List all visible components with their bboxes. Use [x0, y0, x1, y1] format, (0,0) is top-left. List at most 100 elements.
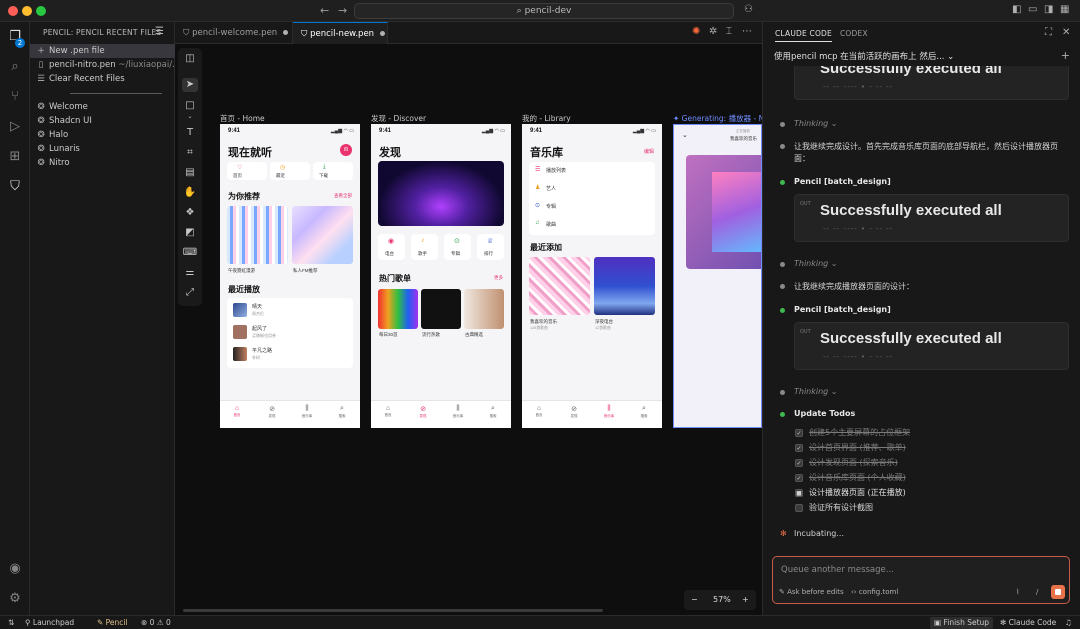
- template-lunaris[interactable]: ❂ Lunaris: [30, 142, 175, 156]
- tab-claude-code[interactable]: CLAUDE CODE: [775, 29, 832, 42]
- playlist-cover[interactable]: [464, 289, 504, 329]
- category-card[interactable]: ♪ 歌手: [411, 234, 438, 260]
- sticky-note-icon[interactable]: ▤: [182, 166, 198, 180]
- message-input[interactable]: [781, 564, 1061, 576]
- tabbar-search[interactable]: ⌕ 搜索: [483, 405, 503, 419]
- split-editor-icon[interactable]: ⌶: [726, 26, 732, 37]
- slash-command-button[interactable]: /: [1036, 588, 1038, 596]
- forward-arrow-icon[interactable]: →: [338, 4, 347, 17]
- minimize-window-button[interactable]: [22, 6, 32, 16]
- component-icon[interactable]: ❖: [182, 206, 198, 220]
- remote-icon[interactable]: ⇅: [8, 617, 14, 629]
- tabbar-discover[interactable]: ⊘ 发现: [564, 405, 584, 419]
- album-cover[interactable]: [227, 206, 288, 264]
- tab-codex[interactable]: CODEX: [840, 29, 868, 38]
- tabbar-library[interactable]: ⫼ 音乐库: [448, 405, 468, 419]
- list-filter-icon[interactable]: ☰: [155, 26, 164, 37]
- claude-icon[interactable]: ✲: [709, 26, 717, 37]
- layout-icon[interactable]: ▦: [1060, 4, 1069, 15]
- notifications-bell-icon[interactable]: ♫: [1065, 617, 1072, 629]
- playlist-cover[interactable]: [421, 289, 461, 329]
- template-nitro[interactable]: ❂ Nitro: [30, 156, 175, 170]
- frame-label-player[interactable]: ✦ Generating: 播放器 - No: [673, 113, 762, 124]
- template-shadcn-ui[interactable]: ❂ Shadcn UI: [30, 114, 175, 128]
- frame-library[interactable]: 9:41 ▂▄▆ ◠ ▭ 音乐库 编辑 ☰ 播放列表 ♟ 艺人 ⊙ 专辑 ♫ 歌…: [522, 124, 662, 428]
- category-card[interactable]: ◉ 电台: [378, 234, 405, 260]
- new-pen-file-action[interactable]: + New .pen file: [30, 44, 175, 58]
- frame-label-discover[interactable]: 发现 - Discover: [371, 113, 426, 124]
- problems-item[interactable]: ⊗ 0 ⚠ 0: [141, 617, 171, 629]
- close-window-button[interactable]: [8, 6, 18, 16]
- tabbar-search[interactable]: ⌕ 搜索: [634, 405, 654, 419]
- thinking-toggle[interactable]: Thinking ⌄: [794, 387, 838, 396]
- keyboard-icon[interactable]: ⌨: [182, 246, 198, 260]
- tab-pencil-new[interactable]: ⛉ pencil-new.pen: [293, 22, 388, 44]
- config-file-chip[interactable]: ‹› config.toml: [851, 588, 898, 596]
- frame-label-library[interactable]: 我的 - Library: [522, 113, 571, 124]
- toggle-panel-icon[interactable]: ▭: [1028, 4, 1037, 15]
- toggle-sidebar-icon[interactable]: ◧: [1012, 4, 1021, 15]
- tab-pencil-welcome[interactable]: ⛉ pencil-welcome.pen: [175, 22, 293, 44]
- extensions-icon[interactable]: ⊞: [6, 148, 24, 166]
- image-tool-icon[interactable]: ◩: [182, 226, 198, 240]
- avatar[interactable]: ⍝: [340, 144, 352, 156]
- back-arrow-icon[interactable]: ←: [320, 4, 329, 17]
- toggle-layers-icon[interactable]: ◫: [182, 52, 198, 66]
- album-cover[interactable]: [292, 206, 353, 264]
- quick-card[interactable]: ♡ 首页: [227, 162, 267, 180]
- category-card[interactable]: ♕ 排行: [477, 234, 504, 260]
- new-session-plus-icon[interactable]: +: [1061, 49, 1070, 62]
- horizontal-scrollbar[interactable]: [183, 609, 603, 612]
- clear-recent-files-action[interactable]: ☰ Clear Recent Files: [30, 72, 175, 86]
- launchpad-item[interactable]: ⚲ Launchpad: [25, 617, 74, 629]
- thinking-toggle[interactable]: Thinking ⌄: [794, 119, 838, 128]
- zoom-level[interactable]: 57%: [713, 590, 731, 610]
- stop-button[interactable]: [1051, 585, 1065, 599]
- category-card[interactable]: ⊙ 专辑: [444, 234, 471, 260]
- run-debug-icon[interactable]: ▷: [6, 118, 24, 136]
- quick-card[interactable]: ⤓ 下载: [313, 162, 353, 180]
- expand-icon[interactable]: ⛶: [1045, 27, 1052, 38]
- template-halo[interactable]: ❂ Halo: [30, 128, 175, 142]
- close-icon[interactable]: ✕: [1062, 27, 1070, 38]
- frame-home[interactable]: 9:41 ▂▄▆ ◠ ▭ 现在就听 ⍝ ♡ 首页 ◷ 最近 ⤓ 下载 为你推荐 …: [220, 124, 360, 428]
- album-cover[interactable]: [529, 257, 590, 315]
- finish-setup-button[interactable]: ▣ Finish Setup: [930, 617, 994, 629]
- featured-banner[interactable]: [378, 161, 504, 226]
- frame-player[interactable]: ⌄ 正在播放 我喜欢的音乐: [673, 124, 762, 428]
- chevron-down-icon[interactable]: ⌄: [182, 110, 198, 124]
- tabbar-home[interactable]: ⌂ 首页: [378, 405, 398, 418]
- attach-paperclip-icon[interactable]: ⌇: [1016, 588, 1019, 596]
- zoom-out-button[interactable]: −: [691, 590, 698, 610]
- tabbar-discover[interactable]: ⊘ 发现: [413, 405, 433, 419]
- toggle-secondary-sidebar-icon[interactable]: ◨: [1044, 4, 1053, 15]
- quick-card[interactable]: ◷ 最近: [270, 162, 310, 180]
- pencil-status-item[interactable]: ✎ Pencil: [97, 617, 128, 629]
- select-tool-icon[interactable]: ➤: [182, 78, 198, 92]
- ask-before-edits-toggle[interactable]: ✎ Ask before edits: [779, 588, 844, 596]
- tabbar-home[interactable]: ⌂ 首页: [227, 405, 247, 418]
- pencil-ai-icon[interactable]: ✺: [692, 26, 700, 37]
- recent-file-item[interactable]: ▯ pencil-nitro.pen ~/liuxiaopai/...: [30, 58, 175, 72]
- account-icon[interactable]: ◉: [6, 560, 24, 578]
- source-control-icon[interactable]: ⑂: [6, 88, 24, 106]
- tabbar-search[interactable]: ⌕ 搜索: [332, 405, 352, 419]
- playlist-cover[interactable]: [378, 289, 418, 329]
- tabbar-library[interactable]: ⫼ 音乐库: [297, 405, 317, 419]
- copilot-icon[interactable]: ⚇: [744, 4, 753, 15]
- text-tool-icon[interactable]: T: [182, 126, 198, 140]
- frame-discover[interactable]: 9:41 ▂▄▆ ◠ ▭ 发现 ◉ 电台 ♪ 歌手 ⊙ 专辑 ♕ 排行 热门歌单…: [371, 124, 511, 428]
- zoom-in-button[interactable]: +: [742, 590, 749, 610]
- settings-gear-icon[interactable]: ⚙: [6, 590, 24, 608]
- conversation[interactable]: Successfully executed all -- -- ---- • -…: [763, 66, 1080, 546]
- hand-tool-icon[interactable]: ✋: [182, 186, 198, 200]
- chevron-down-icon[interactable]: ⌄: [682, 131, 688, 139]
- fit-view-icon[interactable]: ⤢: [182, 286, 198, 300]
- template-welcome[interactable]: ❂ Welcome: [30, 100, 175, 114]
- thinking-toggle[interactable]: Thinking ⌄: [794, 259, 838, 268]
- sliders-icon[interactable]: ⚌: [182, 266, 198, 280]
- frame-label-home[interactable]: 首页 - Home: [220, 113, 265, 124]
- frame-tool-icon[interactable]: ⌗: [182, 146, 198, 160]
- claude-code-status-item[interactable]: ✻ Claude Code: [1000, 617, 1056, 629]
- tabbar-discover[interactable]: ⊘ 发现: [262, 405, 282, 419]
